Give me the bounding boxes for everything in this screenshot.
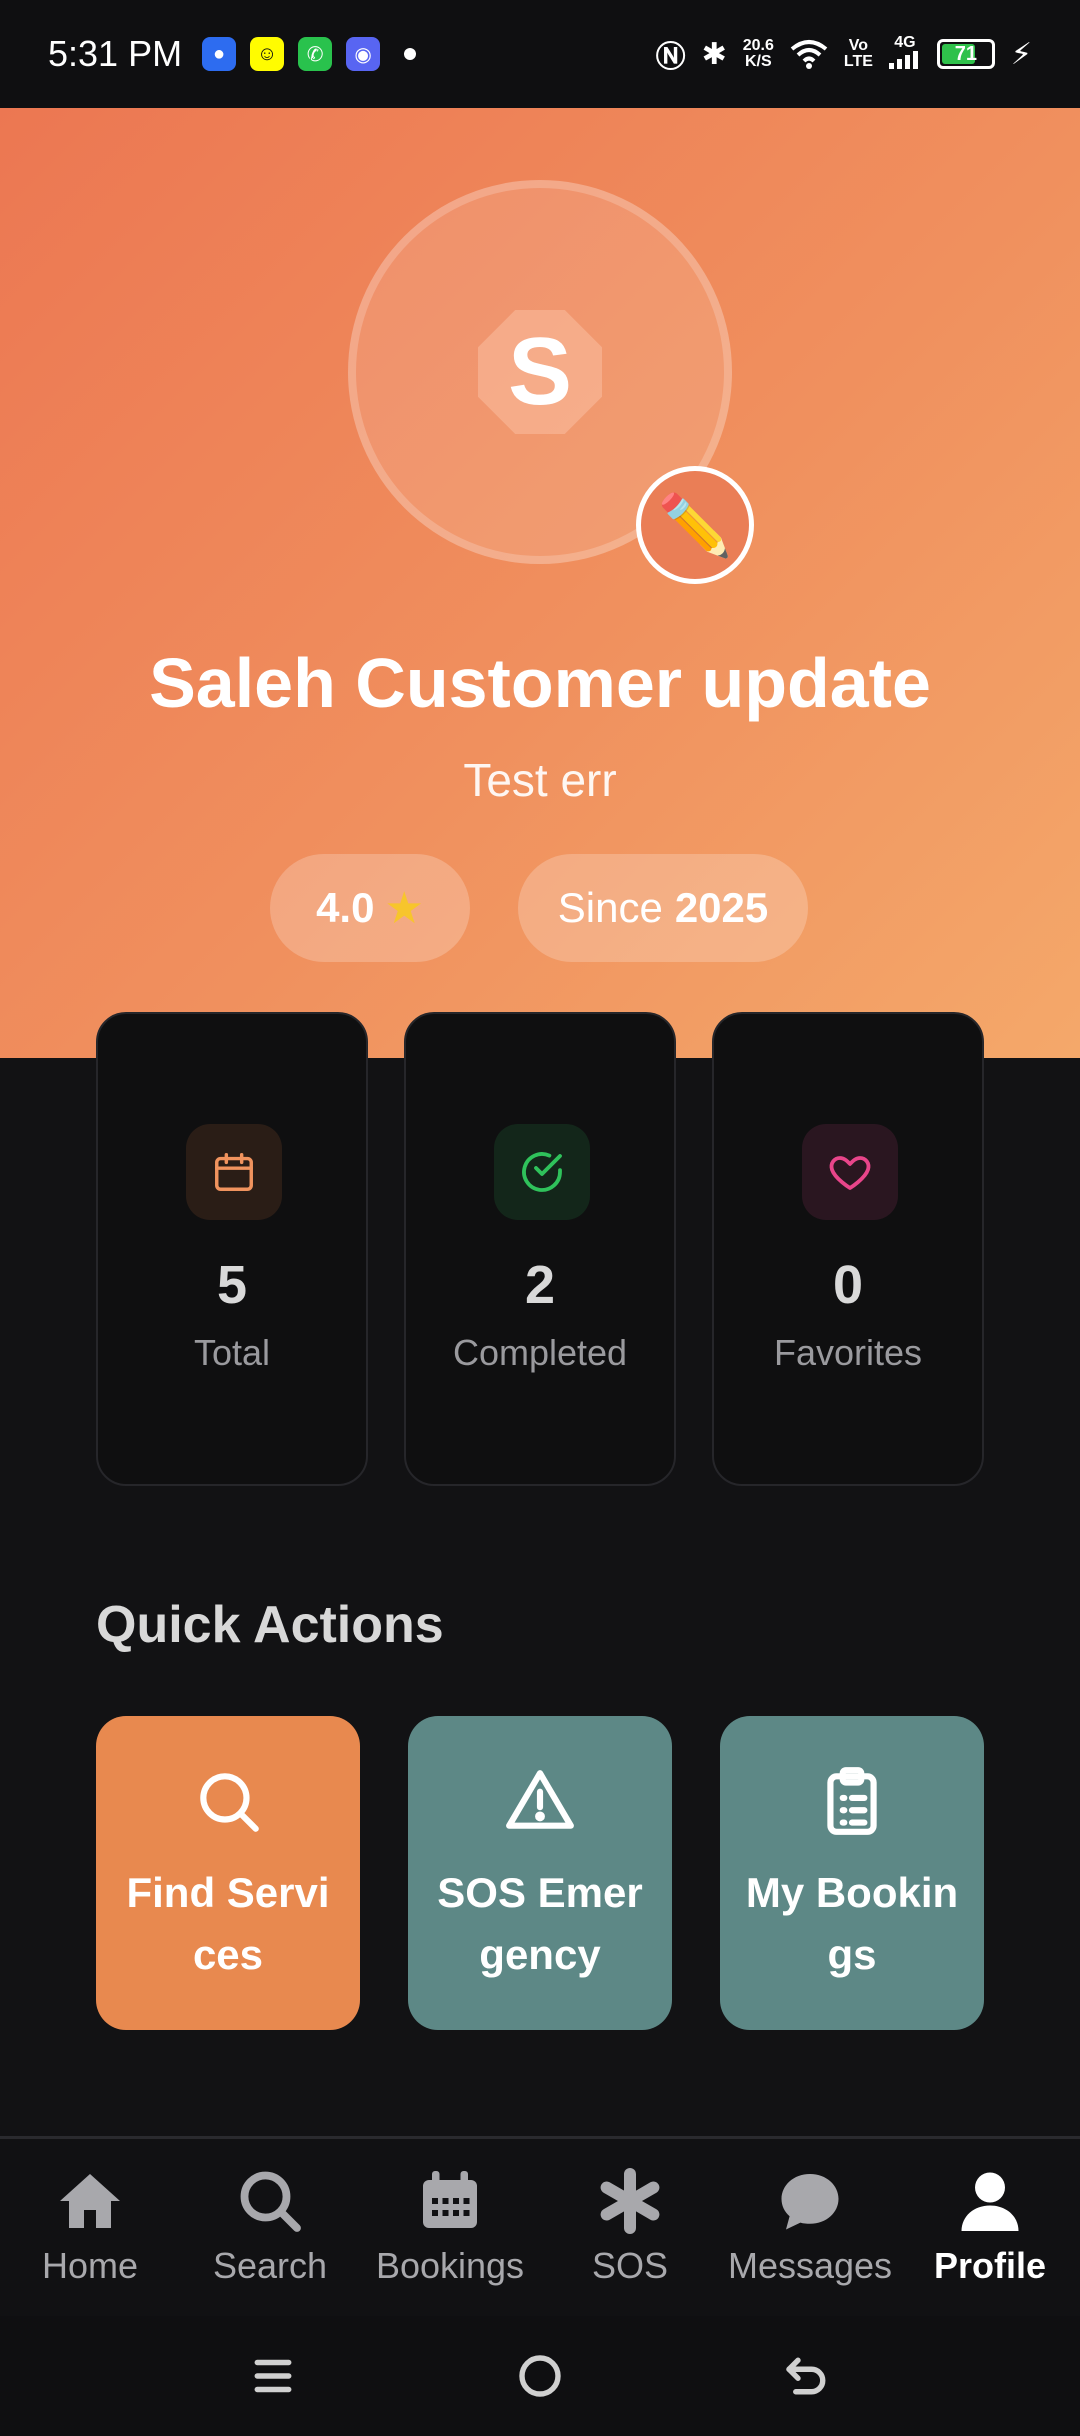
- nav-label: Search: [212, 2245, 328, 2286]
- status-right-icons: Ⓝ ✱ 20.6 K/S Vo LTE 4G 71 ⚡: [656, 32, 1032, 76]
- volte-bottom: LTE: [843, 53, 873, 70]
- nav-sos[interactable]: SOS: [540, 2139, 720, 2316]
- stat-card-completed[interactable]: 2 Completed: [404, 1012, 676, 1486]
- nav-home[interactable]: Home: [0, 2139, 180, 2316]
- edit-avatar-button[interactable]: ✏️: [636, 466, 754, 584]
- action-label: Find Services: [126, 1869, 330, 1978]
- stat-card-favorites[interactable]: 0 Favorites: [712, 1012, 984, 1486]
- stat-label: Completed: [452, 1332, 628, 1373]
- stat-label: Total: [193, 1332, 271, 1373]
- nav-label: Bookings: [375, 2245, 525, 2286]
- battery-indicator: 71: [936, 39, 995, 69]
- back-icon[interactable]: [780, 2349, 834, 2403]
- stat-value: 0: [832, 1255, 864, 1315]
- network-speed: 20.6 K/S: [743, 38, 774, 70]
- nav-label: Home: [41, 2245, 139, 2286]
- rating-badge: 4.0 ★: [270, 854, 470, 962]
- search-icon: [200, 1773, 259, 1832]
- calendar-icon: [186, 1124, 282, 1220]
- network-speed-value: 20.6: [742, 37, 774, 54]
- pencil-icon: ✏️: [657, 491, 733, 559]
- nav-bookings[interactable]: Bookings: [360, 2139, 540, 2316]
- rating-value: 4.0: [316, 884, 375, 931]
- find-services-button[interactable]: Find Services: [96, 1716, 360, 2030]
- avatar-initial: S: [478, 310, 602, 434]
- warning-icon: [506, 1770, 574, 1829]
- menu-icon[interactable]: [246, 2349, 300, 2403]
- home-circle-icon[interactable]: [513, 2349, 567, 2403]
- action-label: SOS Emergency: [437, 1869, 643, 1978]
- chat-icon: [781, 2174, 839, 2230]
- nav-label: SOS: [591, 2245, 669, 2286]
- bluetooth-icon: ✱: [701, 37, 727, 71]
- stat-value: 2: [524, 1255, 556, 1315]
- since-year: 2025: [674, 884, 769, 931]
- calendar-icon: [423, 2171, 477, 2228]
- nav-profile[interactable]: Profile: [900, 2139, 1080, 2316]
- my-bookings-button[interactable]: My Bookings: [720, 1716, 984, 2030]
- user-name: Saleh Customer update: [149, 644, 931, 722]
- nav-search[interactable]: Search: [180, 2139, 360, 2316]
- sos-emergency-button[interactable]: SOS Emergency: [408, 1716, 672, 2030]
- charging-icon: ⚡: [1010, 37, 1032, 71]
- whatsapp-notification-icon: ✆: [298, 37, 333, 71]
- system-nav-bar: [0, 2316, 1080, 2436]
- star-icon: ★: [384, 883, 424, 933]
- heart-icon: [802, 1124, 898, 1220]
- nav-label: Profile: [933, 2245, 1047, 2286]
- member-since-badge: Since 2025: [518, 854, 808, 962]
- bottom-nav: Home Search Bookings SOS Messages Profil…: [0, 2136, 1080, 2316]
- status-time: 5:31 PM: [48, 33, 183, 74]
- cell-signal: 4G: [888, 34, 921, 73]
- signal-label: 4G: [894, 34, 916, 51]
- wifi-icon: [790, 40, 828, 69]
- action-label: My Bookings: [745, 1869, 959, 1978]
- person-icon: [961, 2172, 1019, 2231]
- since-prefix: Since: [557, 884, 663, 931]
- stat-card-total[interactable]: 5 Total: [96, 1012, 368, 1486]
- signal-app-notification-icon: ●: [202, 37, 237, 71]
- stat-label: Favorites: [773, 1332, 923, 1373]
- nfc-icon: Ⓝ: [655, 41, 686, 74]
- battery-level: 71: [954, 42, 978, 65]
- check-circle-icon: [494, 1124, 590, 1220]
- quick-actions-title: Quick Actions: [96, 1596, 444, 1654]
- more-notifications-dot-icon: [404, 48, 417, 60]
- discord-notification-icon: ◉: [346, 37, 381, 71]
- snapchat-notification-icon: ☺: [250, 37, 285, 71]
- clipboard-icon: [827, 1767, 877, 1835]
- volte-indicator: Vo LTE: [844, 38, 873, 70]
- volte-top: Vo: [848, 37, 869, 54]
- network-speed-unit: K/S: [744, 53, 772, 70]
- nav-messages[interactable]: Messages: [720, 2139, 900, 2316]
- home-icon: [60, 2174, 120, 2228]
- asterisk-icon: [600, 2168, 660, 2234]
- user-subtitle: Test err: [463, 754, 617, 806]
- profile-header: S ✏️ Saleh Customer update Test err 4.0 …: [0, 108, 1080, 1058]
- status-bar: 5:31 PM ● ☺ ✆ ◉ Ⓝ ✱ 20.6 K/S Vo LTE 4G 7…: [0, 0, 1080, 108]
- stat-value: 5: [216, 1255, 248, 1315]
- search-icon: [240, 2171, 301, 2232]
- cell-signal-icon: [888, 51, 918, 69]
- nav-label: Messages: [727, 2245, 893, 2286]
